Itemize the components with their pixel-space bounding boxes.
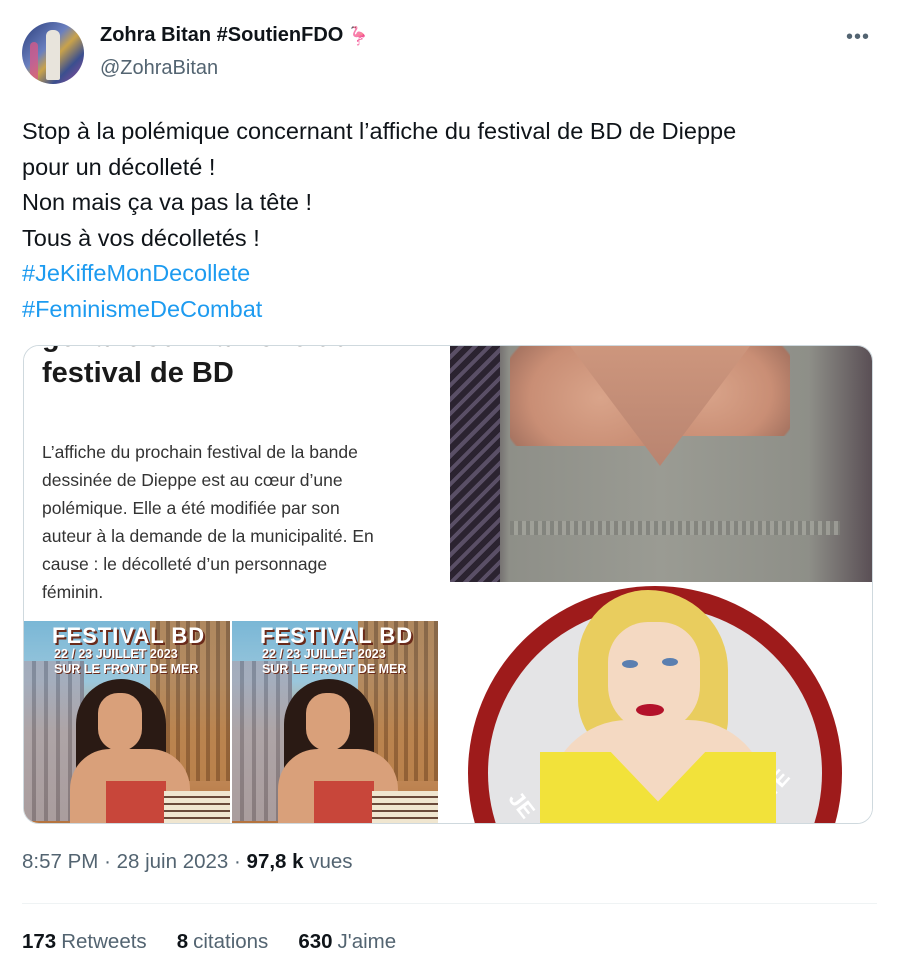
author-display-name[interactable]: Zohra Bitan #SoutienFDO (100, 24, 343, 47)
media-grid[interactable]: gênant sur l’affiche du festival de BD L… (23, 345, 873, 824)
article-body-line: cause : le décolleté d’un personnage (42, 554, 328, 574)
media-badge-illustration[interactable]: JE ÉTÉ (450, 584, 872, 823)
retweets-stat[interactable]: 173 Retweets (22, 930, 147, 954)
tweet-line: Tous à vos décolletés ! (22, 224, 260, 251)
avatar-figure-accent (30, 42, 38, 82)
article-body-line: auteur à la demande de la municipalité. … (42, 526, 374, 546)
author-name-row[interactable]: Zohra Bitan #SoutienFDO 🦩 (100, 24, 370, 47)
tweet-meta: 8:57 PM · 28 juin 2023 · 97,8 k vues (22, 850, 353, 873)
tweet-line: pour un décolleté ! (22, 153, 216, 180)
likes-stat[interactable]: 630 J'aime (298, 930, 396, 954)
tweet-time[interactable]: 8:57 PM (22, 850, 98, 873)
festival-poster-original: FESTIVAL BD 22 / 23 JUILLET 2023 SUR LE … (24, 621, 230, 823)
article-body-line: féminin. (42, 582, 104, 602)
flamingo-emoji: 🦩 (347, 25, 370, 46)
avatar[interactable] (22, 22, 84, 84)
avatar-figure (46, 30, 60, 80)
divider (22, 903, 877, 904)
author-handle[interactable]: @ZohraBitan (100, 57, 218, 80)
media-photo-neckline[interactable] (450, 346, 872, 582)
festival-poster-modified: FESTIVAL BD 22 / 23 JUILLET 2023 SUR LE … (232, 621, 438, 823)
hashtag-link[interactable]: #JeKiffeMonDecollete (22, 256, 872, 292)
article-title-cut: gênant sur l’affiche du (42, 346, 442, 354)
media-article-screenshot[interactable]: gênant sur l’affiche du festival de BD L… (24, 346, 448, 823)
article-title: gênant sur l’affiche du festival de BD (42, 346, 442, 392)
tweet-line: Non mais ça va pas la tête ! (22, 189, 312, 215)
article-body-line: polémique. Elle a été modifiée par son (42, 498, 340, 518)
quotes-stat[interactable]: 8 citations (177, 930, 269, 954)
article-title-main: festival de BD (42, 357, 234, 389)
tweet-date[interactable]: 28 juin 2023 (117, 850, 229, 873)
article-body-line: L’affiche du prochain festival de la ban… (42, 442, 358, 462)
tweet-line: Stop à la polémique concernant l’affiche… (22, 118, 737, 144)
poster-title: FESTIVAL BD (260, 623, 414, 648)
poster-title: FESTIVAL BD (52, 623, 206, 648)
views-label: vues (309, 850, 353, 873)
tweet-text: Stop à la polémique concernant l’affiche… (22, 114, 872, 327)
tweet-stats: 173 Retweets 8 citations 630 J'aime (22, 930, 396, 954)
more-dots-icon[interactable]: ••• (846, 26, 870, 49)
article-body-line: dessinée de Dieppe est au cœur d’une (42, 470, 343, 490)
hashtag-link[interactable]: #FeminismeDeCombat (22, 292, 872, 328)
views-count: 97,8 k (246, 850, 304, 873)
poster-date: 22 / 23 JUILLET 2023 SUR LE FRONT DE MER (54, 647, 199, 676)
article-body: L’affiche du prochain festival de la ban… (42, 438, 440, 606)
poster-date: 22 / 23 JUILLET 2023 SUR LE FRONT DE MER (262, 647, 407, 676)
